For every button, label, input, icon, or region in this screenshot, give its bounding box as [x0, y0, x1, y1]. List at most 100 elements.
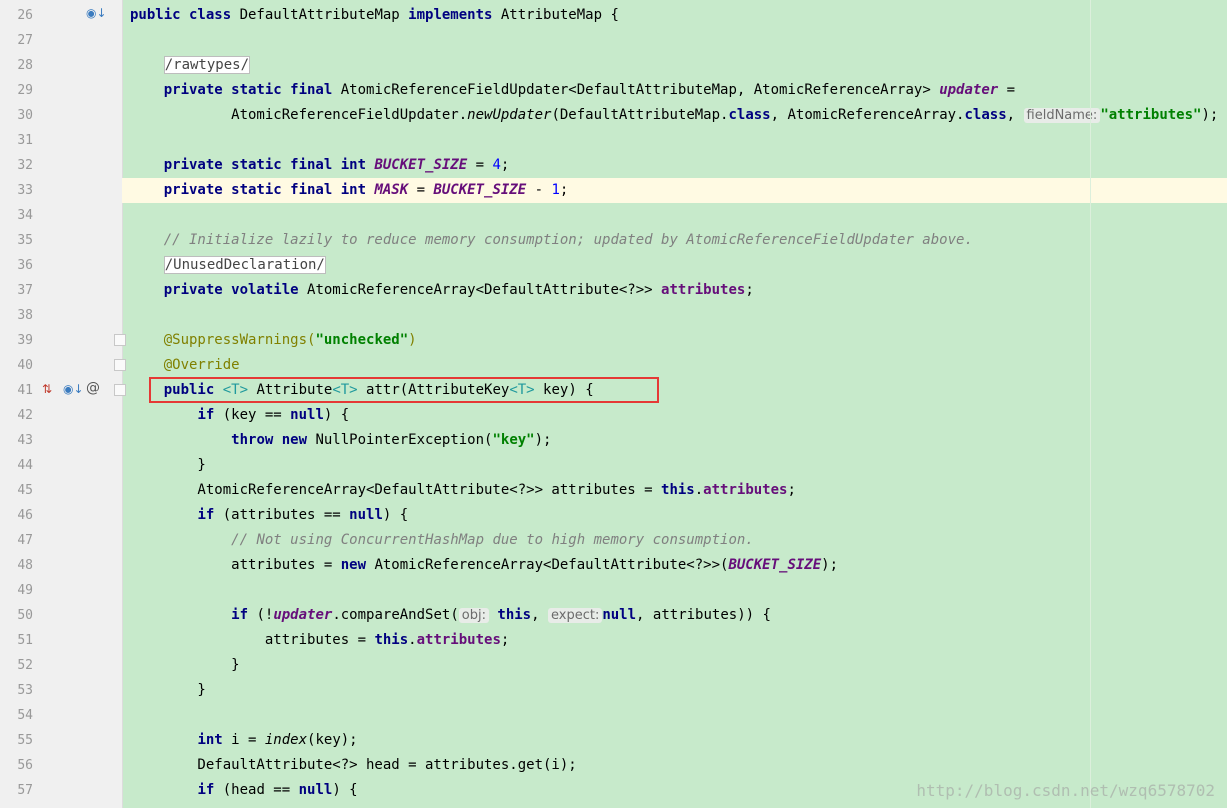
override-up-icon[interactable]: ⇅	[42, 381, 52, 397]
implemented-icon[interactable]: ◉↓	[63, 381, 84, 397]
code-line[interactable]: private static final int MASK = BUCKET_S…	[122, 178, 1227, 203]
code-line[interactable]: // Initialize lazily to reduce memory co…	[122, 228, 1227, 253]
watermark: http://blog.csdn.net/wzq6578702	[916, 781, 1215, 800]
code-line[interactable]	[122, 703, 1227, 728]
fold-marker[interactable]	[114, 384, 126, 396]
code-line[interactable]: // Not using ConcurrentHashMap due to hi…	[122, 528, 1227, 553]
code-line[interactable]: private volatile AtomicReferenceArray<De…	[122, 278, 1227, 303]
code-line[interactable]: AtomicReferenceFieldUpdater.newUpdater(D…	[122, 103, 1227, 128]
line-number: 27	[17, 33, 33, 48]
code-token: public class	[130, 7, 240, 23]
code-text: attributes = new AtomicReferenceArray<De…	[130, 553, 838, 578]
code-token: (head ==	[222, 782, 299, 798]
code-line[interactable]: private static final int BUCKET_SIZE = 4…	[122, 153, 1227, 178]
code-token: private static final int	[163, 182, 375, 198]
code-token: 1	[551, 182, 560, 198]
code-token: private volatile	[163, 282, 308, 298]
code-token: , AtomicReferenceArray.	[770, 107, 965, 123]
code-line[interactable]: /rawtypes/	[122, 53, 1227, 78]
code-token: }	[130, 682, 206, 698]
code-token: )	[408, 332, 417, 348]
code-token: ) {	[323, 407, 350, 423]
code-text: if (key == null) {	[130, 403, 349, 428]
implements-interface-icon[interactable]: ◉↓	[86, 5, 107, 21]
line-number: 46	[17, 508, 33, 523]
code-line[interactable]: private static final AtomicReferenceFiel…	[122, 78, 1227, 103]
code-token: // Not using ConcurrentHashMap due to hi…	[231, 532, 754, 548]
code-line[interactable]: DefaultAttribute<?> head = attributes.ge…	[122, 753, 1227, 778]
code-token: private static final int	[163, 157, 375, 173]
code-line[interactable]: }	[122, 653, 1227, 678]
fold-marker[interactable]	[114, 359, 126, 371]
code-token: attributes =	[130, 632, 375, 648]
code-token: this	[661, 482, 695, 498]
folded-region[interactable]: /UnusedDeclaration/	[163, 256, 326, 274]
code-token: ;	[500, 632, 510, 648]
line-number: 47	[17, 533, 33, 548]
line-number: 55	[17, 733, 33, 748]
code-token: =	[998, 82, 1016, 98]
code-token: // Initialize lazily to reduce memory co…	[163, 232, 973, 248]
code-line[interactable]: @Override	[122, 353, 1227, 378]
code-token: AtomicReferenceArray<DefaultAttribute<?>…	[130, 482, 662, 498]
code-line[interactable]: int i = index(key);	[122, 728, 1227, 753]
code-line[interactable]: @SuppressWarnings("unchecked")	[122, 328, 1227, 353]
code-area[interactable]: public class DefaultAttributeMap impleme…	[122, 0, 1227, 808]
annotation-at-icon[interactable]: @	[86, 380, 100, 396]
code-token: null	[290, 407, 324, 423]
code-text: int i = index(key);	[130, 728, 357, 753]
code-token: this	[374, 632, 409, 648]
code-line[interactable]: /UnusedDeclaration/	[122, 253, 1227, 278]
code-line[interactable]: attributes = this.attributes;	[122, 628, 1227, 653]
code-token: private static final	[163, 82, 341, 98]
line-number: 35	[17, 233, 33, 248]
code-line[interactable]	[122, 128, 1227, 153]
line-number: 56	[17, 758, 33, 773]
code-text: DefaultAttribute<?> head = attributes.ge…	[130, 753, 577, 778]
code-line[interactable]	[122, 578, 1227, 603]
code-token: ;	[500, 157, 510, 173]
code-line[interactable]: }	[122, 453, 1227, 478]
code-line[interactable]	[122, 303, 1227, 328]
code-token: DefaultAttribute<?> head = attributes.ge…	[130, 757, 577, 773]
code-token: attributes	[416, 632, 501, 648]
code-token: DefaultAttributeMap	[239, 7, 409, 23]
code-line[interactable]: attributes = new AtomicReferenceArray<De…	[122, 553, 1227, 578]
code-line[interactable]: AtomicReferenceArray<DefaultAttribute<?>…	[122, 478, 1227, 503]
highlight-box	[149, 377, 659, 403]
code-token: =	[467, 157, 493, 173]
code-line[interactable]	[122, 203, 1227, 228]
code-line[interactable]: }	[122, 678, 1227, 703]
code-line[interactable]: throw new NullPointerException("key");	[122, 428, 1227, 453]
code-token: if	[231, 607, 257, 623]
code-token: );	[1201, 107, 1219, 123]
line-number: 28	[17, 58, 33, 73]
code-line[interactable]: if (!updater.compareAndSet(obj: this, ex…	[122, 603, 1227, 628]
code-token: null	[349, 507, 383, 523]
code-line[interactable]: public class DefaultAttributeMap impleme…	[122, 3, 1227, 28]
code-line[interactable]: if (attributes == null) {	[122, 503, 1227, 528]
code-token: "key"	[492, 432, 535, 448]
code-text: // Not using ConcurrentHashMap due to hi…	[130, 528, 754, 553]
code-line[interactable]: if (key == null) {	[122, 403, 1227, 428]
code-token: class	[728, 107, 771, 123]
code-line[interactable]	[122, 28, 1227, 53]
code-token: );	[534, 432, 552, 448]
code-token: class	[964, 107, 1007, 123]
fold-marker[interactable]	[114, 334, 126, 346]
folded-region[interactable]: /rawtypes/	[163, 56, 251, 74]
line-number: 32	[17, 158, 33, 173]
code-text: }	[130, 653, 239, 678]
code-text: if (head == null) {	[130, 778, 357, 803]
